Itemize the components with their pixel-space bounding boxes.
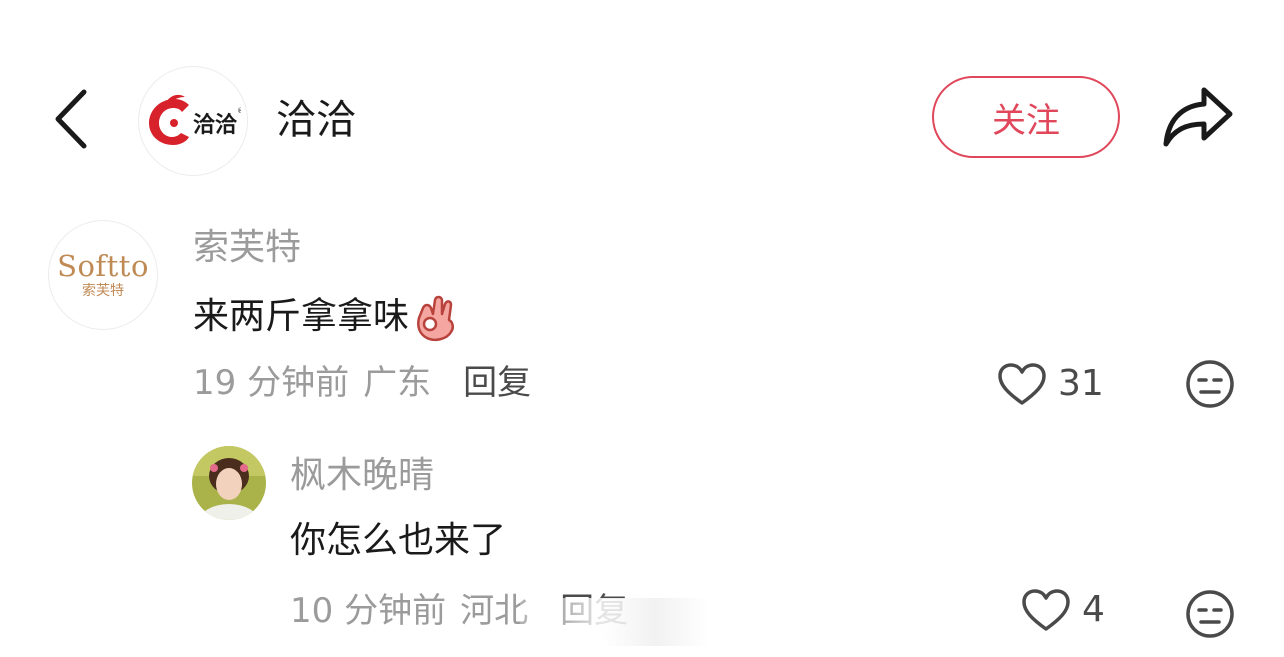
comment-location: 河北 — [460, 591, 529, 631]
comment-username[interactable]: 枫木晚晴 — [290, 452, 434, 500]
account-avatar[interactable]: 洽洽 ® — [138, 66, 248, 176]
comment-time: 10 分钟前 — [290, 591, 447, 631]
avatar[interactable]: Softto 索芙特 — [48, 220, 158, 330]
follow-button[interactable]: 关注 — [932, 76, 1120, 158]
reply-button[interactable]: 回复 — [463, 360, 531, 406]
softto-logo-cn: 索芙特 — [82, 283, 124, 299]
qiaqia-logo-icon: 洽洽 ® — [149, 94, 241, 145]
heart-icon — [1022, 589, 1070, 631]
neutral-face-icon — [1186, 590, 1234, 638]
like-count: 4 — [1082, 589, 1105, 630]
user-photo-icon — [192, 446, 266, 520]
comment-text-content: 来两斤拿拿味 — [193, 296, 410, 337]
neutral-face-icon — [1186, 360, 1234, 408]
share-arrow-icon — [1163, 87, 1233, 147]
dislike-button[interactable] — [1184, 358, 1236, 410]
share-button[interactable] — [1160, 84, 1236, 150]
like-count: 31 — [1058, 363, 1104, 404]
like-button[interactable]: 4 — [1020, 586, 1105, 634]
ok-hand-emoji-icon — [413, 292, 459, 342]
comment-time: 19 分钟前 — [193, 363, 350, 403]
chevron-left-icon — [55, 89, 87, 149]
like-button[interactable]: 31 — [996, 360, 1104, 408]
svg-text:®: ® — [237, 107, 241, 115]
svg-text:洽洽: 洽洽 — [193, 112, 238, 138]
comment-text: 你怎么也来了 — [290, 520, 507, 561]
heart-icon — [998, 363, 1046, 405]
back-button[interactable] — [52, 88, 92, 150]
account-name[interactable]: 洽洽 — [276, 92, 356, 148]
comment-location: 广东 — [363, 363, 432, 403]
softto-logo-word: Softto — [57, 249, 149, 283]
comment-meta: 19 分钟前 广东 回复 — [193, 360, 531, 406]
avatar[interactable] — [192, 446, 266, 520]
comment-text: 来两斤拿拿味 — [193, 292, 459, 342]
dislike-button[interactable] — [1184, 588, 1236, 640]
comment-username[interactable]: 索芙特 — [193, 224, 301, 272]
watermark-overlay — [520, 598, 790, 646]
